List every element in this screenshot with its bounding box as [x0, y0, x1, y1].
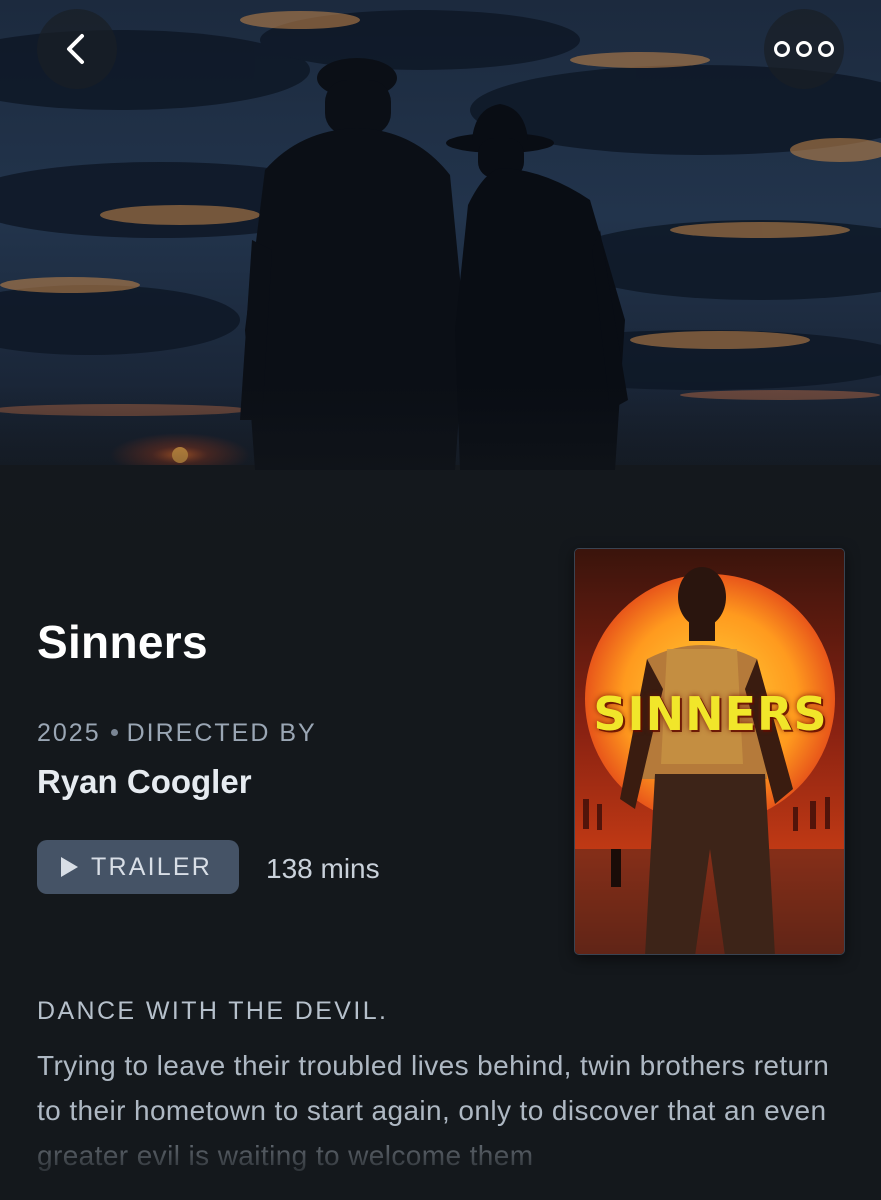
film-tagline: DANCE WITH THE DEVIL. [37, 997, 389, 1025]
runtime: 138 mins [266, 853, 380, 884]
trailer-label: TRAILER [91, 852, 212, 881]
poster-title: SINNERS [593, 687, 828, 741]
back-button[interactable] [37, 9, 117, 89]
director-name[interactable]: Ryan Coogler [37, 760, 252, 804]
trailer-button[interactable]: TRAILER [37, 840, 239, 894]
backdrop-image [0, 0, 881, 620]
film-detail-screen: Sinners 2025 DIRECTED BY Ryan Coogler TRA… [0, 0, 881, 1200]
film-title: Sinners [37, 616, 208, 668]
film-meta: 2025 DIRECTED BY [37, 716, 317, 750]
film-poster[interactable]: SINNERS [574, 548, 845, 955]
more-options-button[interactable] [764, 9, 844, 89]
release-year[interactable]: 2025 [37, 719, 101, 747]
separator-dot [110, 728, 118, 736]
chevron-left-icon [67, 34, 84, 64]
more-options-icon [774, 41, 834, 57]
directed-by-label: DIRECTED BY [126, 719, 317, 747]
play-icon [61, 857, 78, 877]
